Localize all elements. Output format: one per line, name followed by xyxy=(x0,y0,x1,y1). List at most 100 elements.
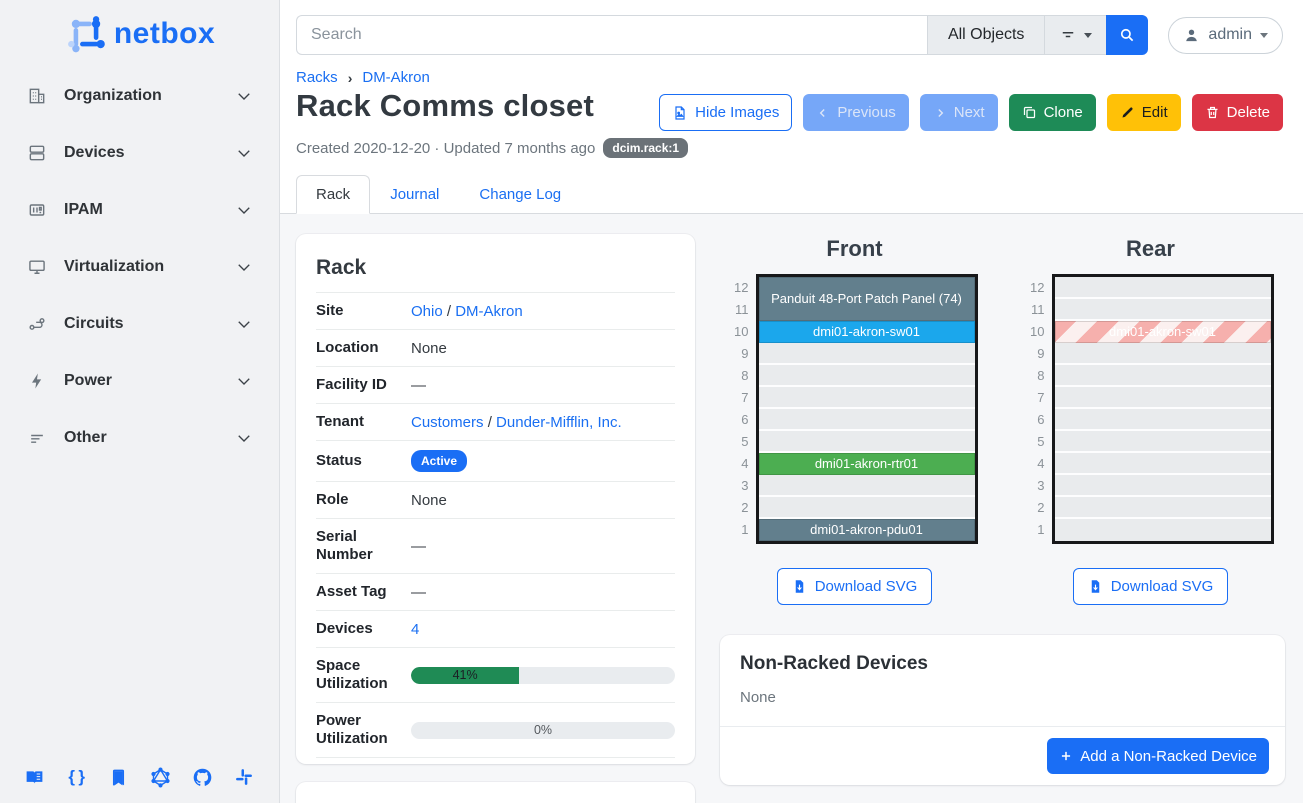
rack-unit-empty[interactable] xyxy=(1055,387,1271,409)
row-label: Asset Tag xyxy=(316,574,411,611)
filter-icon xyxy=(1059,26,1077,44)
delete-button[interactable]: Delete xyxy=(1192,94,1283,131)
sidebar-item-power[interactable]: Power xyxy=(12,361,267,401)
rack-device-patch-panel[interactable]: Panduit 48-Port Patch Panel (74) xyxy=(759,277,975,321)
rack-unit-empty[interactable] xyxy=(1055,299,1271,321)
devices-count-link[interactable]: 4 xyxy=(411,621,419,638)
rack-device-pdu01[interactable]: dmi01-akron-pdu01 xyxy=(759,519,975,541)
rack-unit-empty[interactable] xyxy=(1055,453,1271,475)
next-button[interactable]: Next xyxy=(920,94,998,131)
search-input[interactable] xyxy=(296,15,927,55)
table-row-role: Role None xyxy=(316,482,675,519)
previous-button[interactable]: Previous xyxy=(803,94,908,131)
rack-unit-empty[interactable] xyxy=(1055,431,1271,453)
row-label: Devices xyxy=(316,611,411,648)
lines-icon xyxy=(26,427,48,449)
search-scope-button[interactable]: All Objects xyxy=(927,15,1044,55)
front-title: Front xyxy=(732,234,978,274)
row-label: Status xyxy=(316,441,411,482)
created-row: Created 2020-12-20 · Updated 7 months ag… xyxy=(280,131,1303,158)
rack-unit-empty[interactable] xyxy=(759,343,975,365)
tab-rack[interactable]: Rack xyxy=(296,175,370,214)
left-column: Rack Site Ohio / DM-Akron Location None xyxy=(296,234,695,803)
page-header: All Objects xyxy=(280,0,1303,214)
sidebar-item-devices[interactable]: Devices xyxy=(12,133,267,173)
rack-unit-empty[interactable] xyxy=(759,431,975,453)
search-filter-button[interactable] xyxy=(1044,15,1106,55)
rack-unit-empty[interactable] xyxy=(759,475,975,497)
rack-device-sw01[interactable]: dmi01-akron-sw01 xyxy=(759,321,975,343)
sidebar-footer: { } xyxy=(0,751,279,803)
graphql-icon[interactable] xyxy=(149,766,171,788)
rack-unit-empty[interactable] xyxy=(759,387,975,409)
right-column: Front 12 11 10 9 8 7 6 5 4 xyxy=(720,234,1285,803)
sidebar-item-label: Organization xyxy=(64,87,235,105)
netbox-logo[interactable]: netbox xyxy=(0,0,279,72)
rack-unit-empty[interactable] xyxy=(759,409,975,431)
created-updated-text: Created 2020-12-20 · Updated 7 months ag… xyxy=(296,140,595,157)
sidebar-item-organization[interactable]: Organization xyxy=(12,76,267,116)
power-utilization-label: 0% xyxy=(411,722,675,739)
rack-unit-empty[interactable] xyxy=(1055,409,1271,431)
action-buttons: Hide Images Previous Next xyxy=(659,94,1283,131)
rack-unit-empty[interactable] xyxy=(1055,277,1271,299)
github-icon[interactable] xyxy=(191,766,213,788)
chevron-down-icon xyxy=(235,315,253,333)
breadcrumb: Racks › DM-Akron xyxy=(280,63,1303,86)
site-group-link[interactable]: Ohio xyxy=(411,303,443,320)
rack-unit-empty[interactable] xyxy=(1055,343,1271,365)
rack-unit-empty[interactable] xyxy=(1055,519,1271,541)
rack-info-table: Site Ohio / DM-Akron Location None Facil… xyxy=(316,292,675,758)
front-unit-numbers: 12 11 10 9 8 7 6 5 4 3 2 xyxy=(732,274,756,544)
rear-title: Rear xyxy=(1028,234,1274,274)
edit-button[interactable]: Edit xyxy=(1107,94,1181,131)
monitor-icon xyxy=(26,256,48,278)
sidebar-item-other[interactable]: Other xyxy=(12,418,267,458)
hide-images-button[interactable]: Hide Images xyxy=(659,94,792,131)
elevation-front: Front 12 11 10 9 8 7 6 5 4 xyxy=(732,234,978,605)
trash-icon xyxy=(1205,105,1220,120)
rack-unit-empty[interactable] xyxy=(1055,497,1271,519)
rack-device-sw01-rear[interactable]: dmi01-akron-sw01 xyxy=(1055,321,1271,343)
table-row-tenant: Tenant Customers / Dunder-Mifflin, Inc. xyxy=(316,404,675,441)
rack-unit-empty[interactable] xyxy=(1055,365,1271,387)
tab-journal[interactable]: Journal xyxy=(370,175,459,214)
api-journal-icon[interactable] xyxy=(108,766,130,788)
tab-change-log[interactable]: Change Log xyxy=(459,175,581,214)
download-svg-rear-button[interactable]: Download SVG xyxy=(1073,568,1229,605)
rest-api-icon[interactable]: { } xyxy=(66,766,88,788)
site-link[interactable]: DM-Akron xyxy=(455,303,523,320)
breadcrumb-link-dm-akron[interactable]: DM-Akron xyxy=(362,69,430,86)
file-download-icon xyxy=(792,579,807,594)
next-panel-partial xyxy=(296,782,695,803)
tenant-group-link[interactable]: Customers xyxy=(411,414,484,431)
rack-device-rtr01[interactable]: dmi01-akron-rtr01 xyxy=(759,453,975,475)
status-badge: Active xyxy=(411,450,467,472)
sidebar-item-virtualization[interactable]: Virtualization xyxy=(12,247,267,287)
sidebar-item-circuits[interactable]: Circuits xyxy=(12,304,267,344)
sidebar-item-label: Power xyxy=(64,372,235,390)
slack-icon[interactable] xyxy=(233,766,255,788)
rack-unit-empty[interactable] xyxy=(759,497,975,519)
breadcrumb-link-racks[interactable]: Racks xyxy=(296,69,338,86)
table-row-asset-tag: Asset Tag — xyxy=(316,574,675,611)
sidebar-item-ipam[interactable]: IPAM xyxy=(12,190,267,230)
user-menu-dropdown[interactable]: admin xyxy=(1168,17,1283,54)
chevron-down-icon xyxy=(235,372,253,390)
search-submit-button[interactable] xyxy=(1106,15,1148,55)
rack-unit-empty[interactable] xyxy=(759,365,975,387)
table-row-serial-number: Serial Number — xyxy=(316,519,675,574)
clone-button[interactable]: Clone xyxy=(1009,94,1096,131)
download-svg-front-button[interactable]: Download SVG xyxy=(777,568,933,605)
tenant-link[interactable]: Dunder-Mifflin, Inc. xyxy=(496,414,622,431)
rack-unit-empty[interactable] xyxy=(1055,475,1271,497)
ip-binary-icon xyxy=(26,199,48,221)
rear-rack-diagram: dmi01-akron-sw01 xyxy=(1052,274,1274,544)
serial-number-value: — xyxy=(411,519,675,574)
table-row-devices: Devices 4 xyxy=(316,611,675,648)
docs-icon[interactable] xyxy=(24,766,46,788)
location-value: None xyxy=(411,330,675,367)
add-non-racked-device-button[interactable]: Add a Non-Racked Device xyxy=(1047,738,1269,774)
sidebar-nav: Organization Devices IPAM xyxy=(0,72,279,479)
role-value: None xyxy=(411,482,675,519)
